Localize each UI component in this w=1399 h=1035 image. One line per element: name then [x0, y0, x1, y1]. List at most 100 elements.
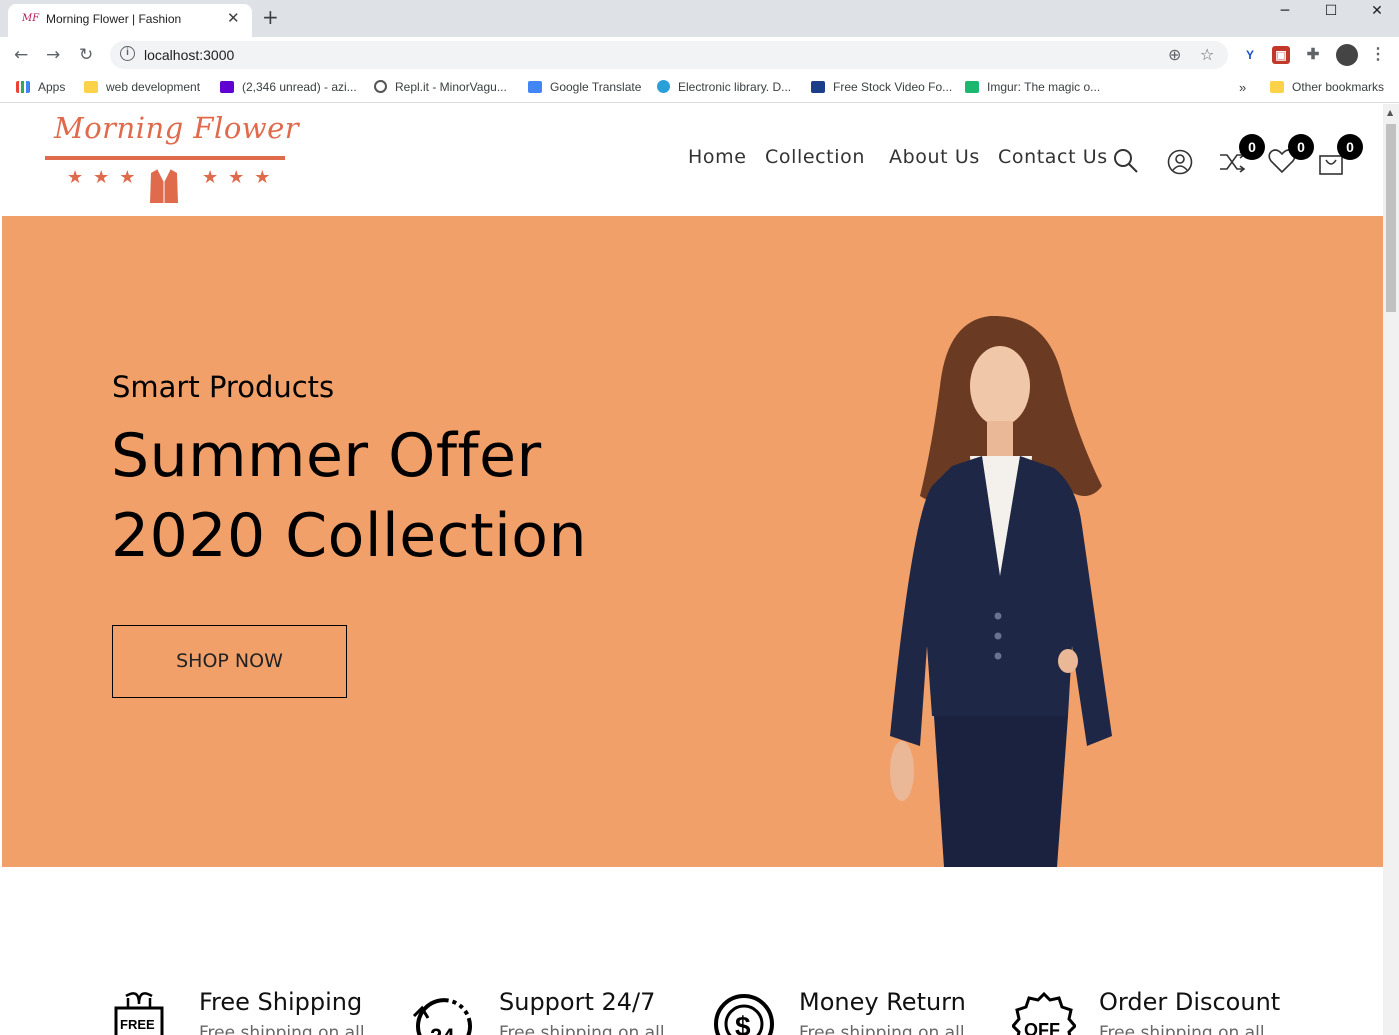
- replit-icon: [374, 80, 387, 93]
- folder-icon: [1270, 81, 1284, 93]
- more-bookmarks-chevron-icon[interactable]: »: [1239, 80, 1246, 95]
- money-return-icon: $: [714, 994, 774, 1035]
- bookmark-imgur[interactable]: Imgur: The magic o...: [965, 80, 1100, 94]
- user-account-icon[interactable]: [1167, 148, 1193, 176]
- browser-tab-bar: MF Morning Flower | Fashion ✕ + ─ ☐ ✕: [0, 0, 1399, 37]
- search-icon[interactable]: [1113, 148, 1139, 174]
- extensions-puzzle-icon[interactable]: ✚: [1304, 46, 1322, 64]
- feature-order-discount: OFF Order Discount Free shipping on all: [1012, 987, 1302, 1035]
- minimize-icon[interactable]: ─: [1262, 0, 1308, 30]
- site-logo[interactable]: Morning Flower ★★★ ★★★: [45, 109, 299, 209]
- compare-count-badge: 0: [1239, 134, 1265, 160]
- bookmarks-bar: Apps web development (2,346 unread) - az…: [0, 73, 1399, 103]
- free-shipping-icon: FREE: [114, 992, 164, 1035]
- hero-title-line-1: Summer Offer: [111, 421, 542, 491]
- tab-favicon-icon: MF: [22, 13, 40, 24]
- profile-avatar-icon[interactable]: [1336, 44, 1358, 66]
- feature-description: Free shipping on all: [499, 1023, 665, 1035]
- feature-description: Free shipping on all: [1099, 1023, 1265, 1035]
- zoom-icon[interactable]: ⊕: [1168, 45, 1181, 64]
- bookmark-label: Repl.it - MinorVagu...: [395, 80, 507, 94]
- jacket-logo-icon: [150, 168, 178, 203]
- cart-count-badge: 0: [1337, 134, 1363, 160]
- mail-icon: [220, 81, 234, 93]
- logo-stars-left: ★★★: [67, 167, 146, 188]
- close-tab-icon[interactable]: ✕: [227, 9, 240, 27]
- feature-title: Order Discount: [1099, 988, 1281, 1016]
- bookmark-apps[interactable]: Apps: [16, 80, 65, 94]
- extension-red-icon[interactable]: ▣: [1272, 46, 1290, 64]
- hero-banner: Smart Products Summer Offer 2020 Collect…: [2, 216, 1383, 867]
- feature-description: Free shipping on all: [799, 1023, 965, 1035]
- hero-title-line-2: 2020 Collection: [111, 501, 588, 571]
- bookmark-label: web development: [106, 80, 201, 94]
- bookmark-mail[interactable]: (2,346 unread) - azi...: [220, 80, 357, 94]
- bookmark-label: (2,346 unread) - azi...: [242, 80, 357, 94]
- svg-text:FREE: FREE: [120, 1017, 155, 1032]
- globe-icon: [657, 80, 670, 93]
- order-discount-icon: OFF: [1012, 991, 1076, 1035]
- hero-title: Summer Offer 2020 Collection: [111, 416, 587, 576]
- browser-menu-icon[interactable]: ⋮: [1369, 46, 1387, 64]
- bookmark-label: Apps: [38, 80, 66, 94]
- back-icon[interactable]: ←: [14, 45, 28, 65]
- imgur-icon: [965, 81, 979, 93]
- logo-stars-right: ★★★: [202, 167, 281, 188]
- forward-icon[interactable]: →: [46, 45, 60, 65]
- feature-free-shipping: FREE Free Shipping Free shipping on all: [112, 987, 402, 1035]
- shop-now-button[interactable]: SHOP NOW: [112, 625, 347, 698]
- address-bar[interactable]: i localhost:3000 ⊕ ☆: [110, 41, 1228, 69]
- bookmark-other-bookmarks[interactable]: Other bookmarks: [1270, 80, 1384, 94]
- site-info-icon[interactable]: i: [120, 46, 135, 61]
- translate-icon: [528, 81, 542, 93]
- bookmark-star-icon[interactable]: ☆: [1200, 45, 1214, 64]
- feature-title: Free Shipping: [199, 988, 363, 1016]
- maximize-icon[interactable]: ☐: [1308, 0, 1354, 30]
- feature-title: Support 24/7: [499, 988, 656, 1016]
- browser-tab[interactable]: MF Morning Flower | Fashion ✕: [8, 4, 252, 37]
- feature-support: 24 Support 24/7 Free shipping on all: [412, 987, 702, 1035]
- new-tab-icon[interactable]: +: [262, 5, 279, 29]
- bookmark-google-translate[interactable]: Google Translate: [528, 80, 641, 94]
- feature-money-return: $ Money Return Free shipping on all: [712, 987, 1002, 1035]
- bookmark-web-development[interactable]: web development: [84, 80, 200, 94]
- apps-grid-icon: [16, 81, 30, 93]
- svg-text:$: $: [735, 1011, 751, 1035]
- hero-subtitle: Smart Products: [112, 370, 335, 404]
- bookmark-label: Imgur: The magic o...: [987, 80, 1101, 94]
- bookmark-electronic-library[interactable]: Electronic library. D...: [657, 80, 791, 94]
- tab-title: Morning Flower | Fashion: [46, 12, 182, 26]
- svg-text:OFF: OFF: [1024, 1020, 1060, 1035]
- reload-icon[interactable]: ↻: [79, 45, 93, 65]
- page-scrollbar[interactable]: ▲: [1383, 104, 1399, 1035]
- close-window-icon[interactable]: ✕: [1354, 0, 1399, 30]
- feature-description: Free shipping on all: [199, 1023, 365, 1035]
- svg-text:24: 24: [430, 1024, 455, 1035]
- web-page: Morning Flower ★★★ ★★★ Home Collection A…: [2, 104, 1383, 1035]
- bookmark-label: Free Stock Video Fo...: [833, 80, 953, 94]
- site-header: Morning Flower ★★★ ★★★ Home Collection A…: [2, 104, 1383, 216]
- nav-home[interactable]: Home: [688, 146, 747, 168]
- nav-about-us[interactable]: About Us: [889, 146, 980, 168]
- bookmark-label: Other bookmarks: [1292, 80, 1385, 94]
- video-icon: [811, 81, 825, 93]
- features-section: FREE Free Shipping Free shipping on all …: [2, 867, 1383, 1035]
- logo-text: Morning Flower: [54, 111, 300, 145]
- bookmark-label: Electronic library. D...: [678, 80, 792, 94]
- browser-toolbar: ← → ↻ i localhost:3000 ⊕ ☆ Y ▣ ✚ ⋮: [0, 37, 1399, 73]
- hero-model-image: [890, 316, 1112, 867]
- bookmark-replit[interactable]: Repl.it - MinorVagu...: [374, 80, 507, 94]
- extension-v-icon[interactable]: Y: [1241, 46, 1259, 64]
- feature-title: Money Return: [799, 988, 966, 1016]
- bookmark-label: Google Translate: [550, 80, 642, 94]
- scrollbar-thumb[interactable]: [1386, 124, 1396, 312]
- folder-icon: [84, 81, 98, 93]
- nav-collection[interactable]: Collection: [765, 146, 865, 168]
- nav-contact-us[interactable]: Contact Us: [998, 146, 1108, 168]
- scroll-up-arrow-icon[interactable]: ▲: [1387, 108, 1393, 117]
- bookmark-free-stock-video[interactable]: Free Stock Video Fo...: [811, 80, 952, 94]
- support-24-icon: 24: [412, 998, 472, 1035]
- wishlist-count-badge: 0: [1288, 134, 1314, 160]
- url-text[interactable]: localhost:3000: [144, 47, 234, 63]
- logo-underline: [45, 156, 285, 160]
